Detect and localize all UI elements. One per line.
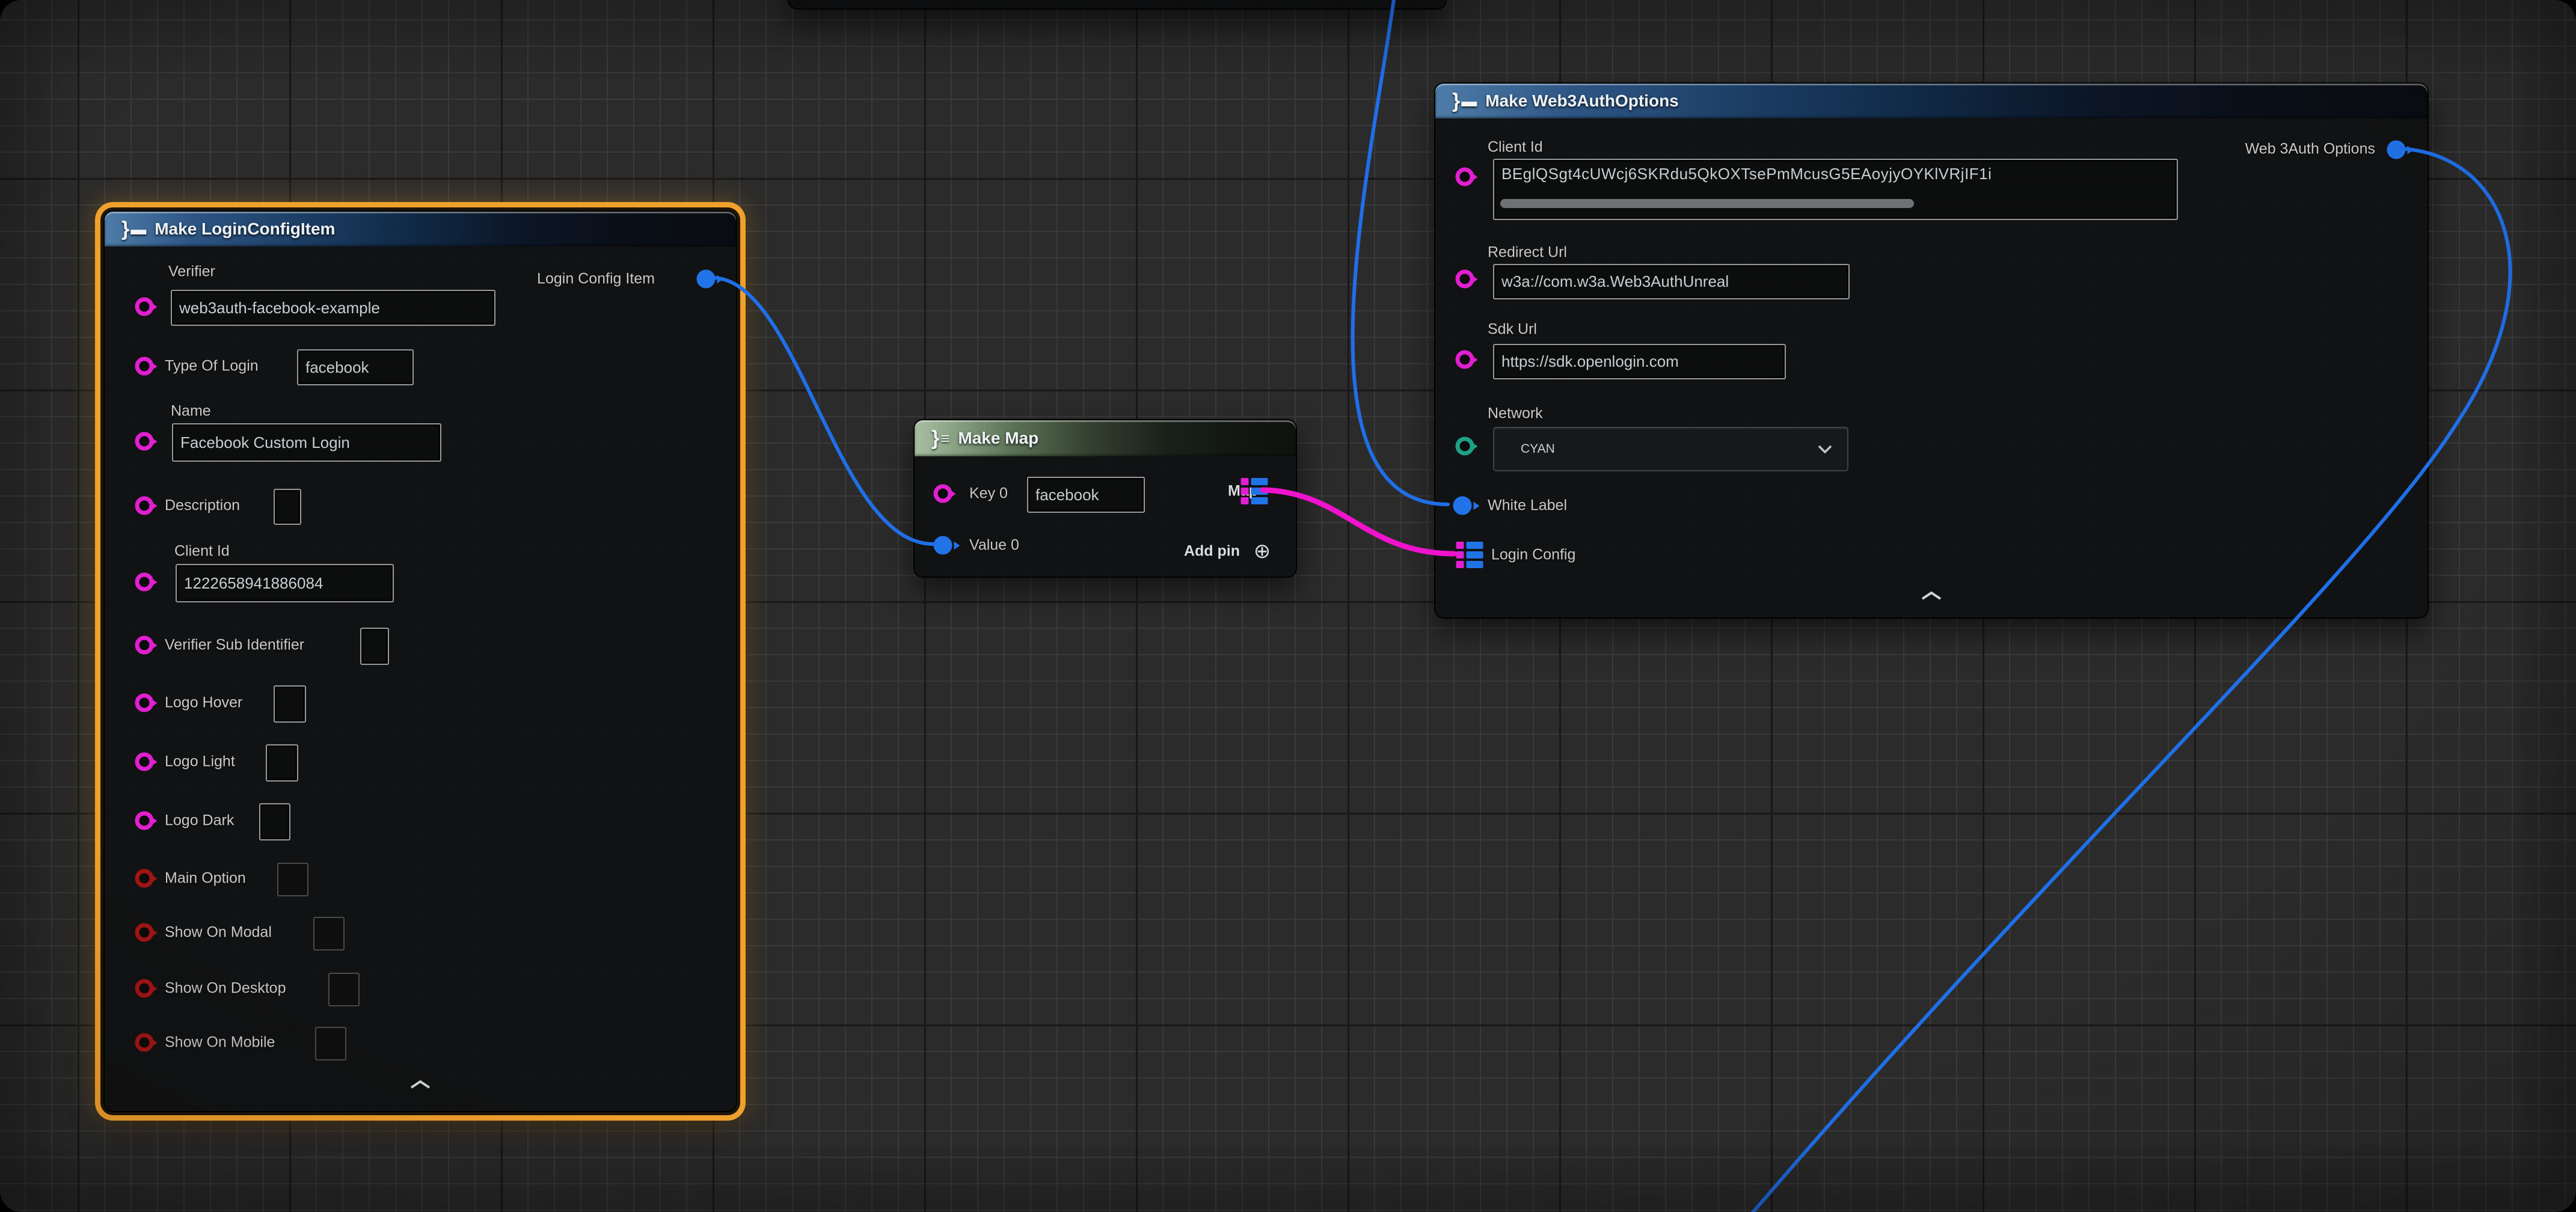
blueprint-graph-canvas[interactable]: }▬ Make LoginConfigItem Login Config Ite… <box>0 0 2576 1212</box>
input-pin-verifier[interactable] <box>135 298 154 316</box>
input-pin-logo-light[interactable] <box>135 753 154 771</box>
description-value-field[interactable] <box>274 489 301 525</box>
client-id-field-scrollbar[interactable] <box>1500 199 1914 208</box>
input-pin-white-label[interactable] <box>1453 497 1472 515</box>
pin-label-show-on-desktop: Show On Desktop <box>165 980 286 997</box>
main-option-checkbox[interactable] <box>277 863 308 896</box>
pin-label-client-id: Client Id <box>174 543 230 560</box>
make-struct-icon: }▬ <box>1452 91 1476 111</box>
node-title: Make Map <box>958 429 1038 448</box>
pin-label-client-id: Client Id <box>1488 139 1543 156</box>
input-pin-verifier-sub-identifier[interactable] <box>135 636 154 655</box>
collapse-chevron-icon[interactable] <box>408 1079 432 1094</box>
pin-label-description: Description <box>165 497 240 515</box>
pin-label-verifier: Verifier <box>168 263 215 281</box>
node-header[interactable]: }≡ Make Map <box>915 420 1296 456</box>
input-pin-logo-hover[interactable] <box>135 694 154 712</box>
pin-label-logo-light: Logo Light <box>165 753 235 771</box>
pin-label-verifier-sub-identifier: Verifier Sub Identifier <box>165 637 304 654</box>
chevron-down-icon <box>1816 444 1834 454</box>
input-pin-show-on-desktop[interactable] <box>135 979 154 998</box>
pin-label-logo-hover: Logo Hover <box>165 694 242 712</box>
pin-label-redirect-url: Redirect Url <box>1488 244 1567 262</box>
logo-dark-value-field[interactable] <box>259 803 290 840</box>
add-pin-label[interactable]: Add pin <box>1184 543 1240 560</box>
node-make-map[interactable]: }≡ Make Map Key 0 facebook Map Value 0 A… <box>913 419 1297 578</box>
node-make-web3authoptions[interactable]: }▬ Make Web3AuthOptions Web 3Auth Option… <box>1434 82 2429 619</box>
show-on-mobile-checkbox[interactable] <box>315 1027 346 1060</box>
node-header[interactable]: }▬ Make Web3AuthOptions <box>1435 84 2427 118</box>
verifier-sub-identifier-value-field[interactable] <box>360 628 389 665</box>
network-dropdown-value: CYAN <box>1521 442 1555 456</box>
input-pin-type-of-login[interactable] <box>135 357 154 376</box>
wire-login-config-item-to-value0[interactable] <box>713 278 933 544</box>
make-map-icon: }≡ <box>931 428 948 448</box>
pin-label-show-on-mobile: Show On Mobile <box>165 1034 275 1051</box>
input-pin-sdk-url[interactable] <box>1456 350 1474 369</box>
blueprint-editor-screen: }▬ Make LoginConfigItem Login Config Ite… <box>0 0 2576 1212</box>
client-id-value-field[interactable]: BEglQSgt4cUWcj6SKRdu5QkOXTsePmMcusG5EAoy… <box>1493 159 2178 220</box>
input-pin-description[interactable] <box>135 497 154 515</box>
input-pin-login-config[interactable] <box>1456 542 1483 568</box>
input-pin-key-0[interactable] <box>934 485 952 503</box>
key-0-value-field[interactable]: facebook <box>1027 477 1145 513</box>
pin-label-key-0: Key 0 <box>969 485 1008 503</box>
make-struct-icon: }▬ <box>121 219 145 239</box>
show-on-modal-checkbox[interactable] <box>313 917 345 950</box>
input-pin-logo-dark[interactable] <box>135 812 154 830</box>
client-id-value-field[interactable]: 1222658941886084 <box>176 564 394 602</box>
sdk-url-value-field[interactable]: https://sdk.openlogin.com <box>1493 344 1786 379</box>
input-pin-redirect-url[interactable] <box>1456 270 1474 289</box>
output-pin-label: Login Config Item <box>537 271 655 288</box>
collapse-chevron-icon[interactable] <box>1919 590 1943 605</box>
pin-label-value-0: Value 0 <box>969 537 1019 554</box>
node-title: Make LoginConfigItem <box>155 219 335 239</box>
input-pin-show-on-modal[interactable] <box>135 923 154 942</box>
pin-label-login-config: Login Config <box>1491 546 1575 564</box>
verifier-value-field[interactable]: web3auth-facebook-example <box>171 290 495 326</box>
input-pin-value-0[interactable] <box>934 536 952 555</box>
pin-label-show-on-modal: Show On Modal <box>165 924 272 941</box>
pin-label-name: Name <box>171 403 211 420</box>
pin-label-network: Network <box>1488 405 1543 423</box>
logo-hover-value-field[interactable] <box>274 685 306 723</box>
pin-label-white-label: White Label <box>1488 497 1567 515</box>
pin-label-type-of-login: Type Of Login <box>165 358 259 375</box>
show-on-desktop-checkbox[interactable] <box>328 973 360 1006</box>
input-pin-name[interactable] <box>135 432 154 451</box>
output-pin-label: Web 3Auth Options <box>2245 141 2375 158</box>
input-pin-show-on-mobile[interactable] <box>135 1033 154 1052</box>
input-pin-main-option[interactable] <box>135 869 154 888</box>
pin-label-sdk-url: Sdk Url <box>1488 321 1537 338</box>
node-make-loginconfigitem[interactable]: }▬ Make LoginConfigItem Login Config Ite… <box>103 210 737 1112</box>
type-of-login-value-field[interactable]: facebook <box>297 349 414 385</box>
node-offscreen-top[interactable] <box>788 0 1447 10</box>
network-dropdown[interactable]: CYAN <box>1493 427 1848 471</box>
input-pin-client-id[interactable] <box>1456 168 1474 186</box>
input-pin-client-id[interactable] <box>135 573 154 592</box>
node-title: Make Web3AuthOptions <box>1485 91 1679 111</box>
name-value-field[interactable]: Facebook Custom Login <box>172 423 441 462</box>
input-pin-network[interactable] <box>1456 437 1474 456</box>
add-pin-icon[interactable]: ⊕ <box>1254 541 1271 562</box>
pin-label-logo-dark: Logo Dark <box>165 812 234 830</box>
redirect-url-value-field[interactable]: w3a://com.w3a.Web3AuthUnreal <box>1493 264 1850 299</box>
logo-light-value-field[interactable] <box>266 744 298 782</box>
node-header[interactable]: }▬ Make LoginConfigItem <box>105 212 736 246</box>
pin-label-main-option: Main Option <box>165 870 246 887</box>
